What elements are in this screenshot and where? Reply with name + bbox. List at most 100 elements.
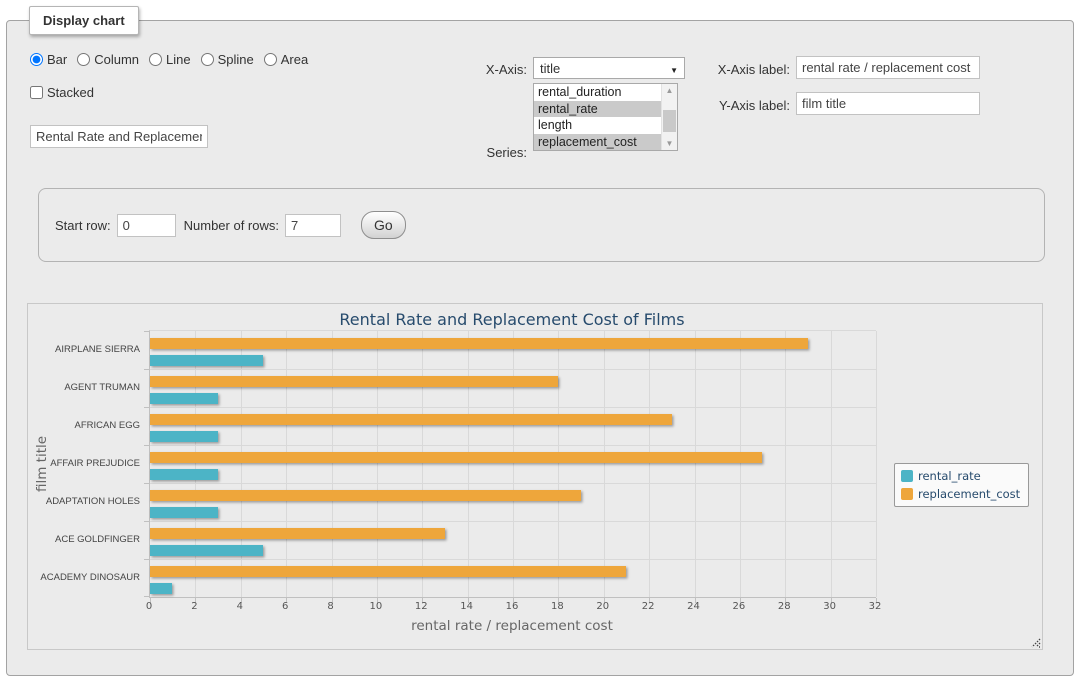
scroll-up-icon[interactable] — [662, 84, 677, 97]
y-axis-title-input[interactable] — [796, 92, 980, 115]
series-listbox[interactable]: rental_durationrental_ratelengthreplacem… — [533, 83, 678, 151]
legend-swatch-icon — [901, 470, 913, 482]
display-chart-panel: Display chart BarColumnLineSplineArea St… — [6, 20, 1074, 676]
rows-panel: Start row: Number of rows: Go — [38, 188, 1045, 262]
legend-label: rental_rate — [918, 469, 981, 483]
chart-bar-group — [150, 559, 876, 597]
radio-label: Bar — [47, 52, 67, 67]
x-tick-label: 18 — [551, 601, 564, 612]
chart-title-input[interactable] — [30, 125, 208, 148]
bar-rental_rate[interactable] — [150, 583, 172, 594]
bar-rental_rate[interactable] — [150, 431, 218, 442]
chart-y-axis-title: film title — [34, 414, 50, 514]
x-tick-label: 12 — [415, 601, 428, 612]
y-axis-title-label-text: Y-Axis label: — [680, 98, 790, 113]
y-tick-mark — [144, 407, 149, 408]
category-label: ACE GOLDFINGER — [28, 520, 140, 558]
chart-plot-area — [149, 330, 876, 598]
y-tick-mark — [144, 559, 149, 560]
chart-legend: rental_rate replacement_cost — [894, 463, 1029, 507]
series-options: rental_durationrental_ratelengthreplacem… — [534, 84, 662, 150]
x-tick-label: 4 — [237, 601, 243, 612]
category-label: AGENT TRUMAN — [28, 368, 140, 406]
bar-replacement_cost[interactable] — [150, 528, 445, 539]
chart-type-option: Area — [264, 52, 308, 67]
y-tick-mark — [144, 521, 149, 522]
series-scrollbar[interactable] — [661, 84, 677, 150]
chart-bar-group — [150, 407, 876, 445]
scroll-down-icon[interactable] — [662, 137, 677, 150]
chart-type-option: Spline — [201, 52, 254, 67]
y-tick-mark — [144, 369, 149, 370]
x-tick-label: 10 — [370, 601, 383, 612]
x-tick-label: 22 — [642, 601, 655, 612]
x-axis-title-input[interactable] — [796, 56, 980, 79]
num-rows-input[interactable] — [285, 214, 341, 237]
chart-bar-group — [150, 521, 876, 559]
bar-rental_rate[interactable] — [150, 355, 263, 366]
y-tick-mark — [144, 483, 149, 484]
bar-rental_rate[interactable] — [150, 545, 263, 556]
bar-rental_rate[interactable] — [150, 393, 218, 404]
x-axis-title-label-text: X-Axis label: — [680, 62, 790, 77]
legend-item-rental_rate[interactable]: rental_rate — [901, 469, 1020, 483]
legend-item-replacement_cost[interactable]: replacement_cost — [901, 487, 1020, 501]
bar-replacement_cost[interactable] — [150, 566, 626, 577]
chart-x-tick-labels: 02468101214161820222426283032 — [149, 601, 875, 614]
radio-area[interactable] — [264, 53, 277, 66]
stacked-row: Stacked — [30, 85, 94, 100]
legend-label: replacement_cost — [918, 487, 1020, 501]
chart-type-option: Bar — [30, 52, 67, 67]
x-axis-selected-value: title — [540, 61, 560, 76]
chart-bar-group — [150, 331, 876, 369]
x-tick-label: 24 — [687, 601, 700, 612]
radio-label: Column — [94, 52, 139, 67]
category-label: AIRPLANE SIERRA — [28, 330, 140, 368]
resize-handle-icon[interactable] — [1029, 636, 1041, 648]
series-option[interactable]: rental_rate — [534, 101, 662, 118]
series-option[interactable]: rental_duration — [534, 84, 662, 101]
start-row-input[interactable] — [117, 214, 176, 237]
stacked-option: Stacked — [30, 85, 94, 100]
x-tick-label: 28 — [778, 601, 791, 612]
y-tick-mark — [144, 596, 149, 597]
chart-bar-group — [150, 483, 876, 521]
chart-bar-group — [150, 369, 876, 407]
start-row-label: Start row: — [55, 218, 111, 233]
y-tick-mark — [144, 331, 149, 332]
series-option[interactable]: length — [534, 117, 662, 134]
num-rows-label: Number of rows: — [184, 218, 279, 233]
stacked-checkbox[interactable] — [30, 86, 43, 99]
bar-replacement_cost[interactable] — [150, 452, 762, 463]
radio-line[interactable] — [149, 53, 162, 66]
stacked-label: Stacked — [47, 85, 94, 100]
bar-rental_rate[interactable] — [150, 469, 218, 480]
bar-rental_rate[interactable] — [150, 507, 218, 518]
radio-spline[interactable] — [201, 53, 214, 66]
x-axis-label-text: X-Axis: — [427, 62, 527, 77]
gridline-vertical — [876, 331, 877, 597]
x-tick-label: 6 — [282, 601, 288, 612]
go-button[interactable]: Go — [361, 211, 406, 239]
category-label: ACADEMY DINOSAUR — [28, 558, 140, 596]
legend-swatch-icon — [901, 488, 913, 500]
bar-replacement_cost[interactable] — [150, 490, 581, 501]
display-chart-tab-label: Display chart — [29, 6, 139, 35]
x-tick-label: 30 — [823, 601, 836, 612]
rows-controls: Start row: Number of rows: Go — [55, 211, 406, 239]
scrollbar-thumb[interactable] — [663, 110, 676, 132]
x-tick-label: 32 — [869, 601, 882, 612]
radio-column[interactable] — [77, 53, 90, 66]
bar-replacement_cost[interactable] — [150, 414, 672, 425]
x-axis-select[interactable]: title — [533, 57, 685, 79]
bar-replacement_cost[interactable] — [150, 338, 808, 349]
chart-type-option: Column — [77, 52, 139, 67]
chevron-down-icon — [670, 61, 678, 76]
series-option[interactable]: replacement_cost — [534, 134, 662, 151]
radio-label: Line — [166, 52, 191, 67]
radio-bar[interactable] — [30, 53, 43, 66]
chart-type-option: Line — [149, 52, 191, 67]
bar-replacement_cost[interactable] — [150, 376, 558, 387]
y-tick-mark — [144, 445, 149, 446]
x-tick-label: 2 — [191, 601, 197, 612]
